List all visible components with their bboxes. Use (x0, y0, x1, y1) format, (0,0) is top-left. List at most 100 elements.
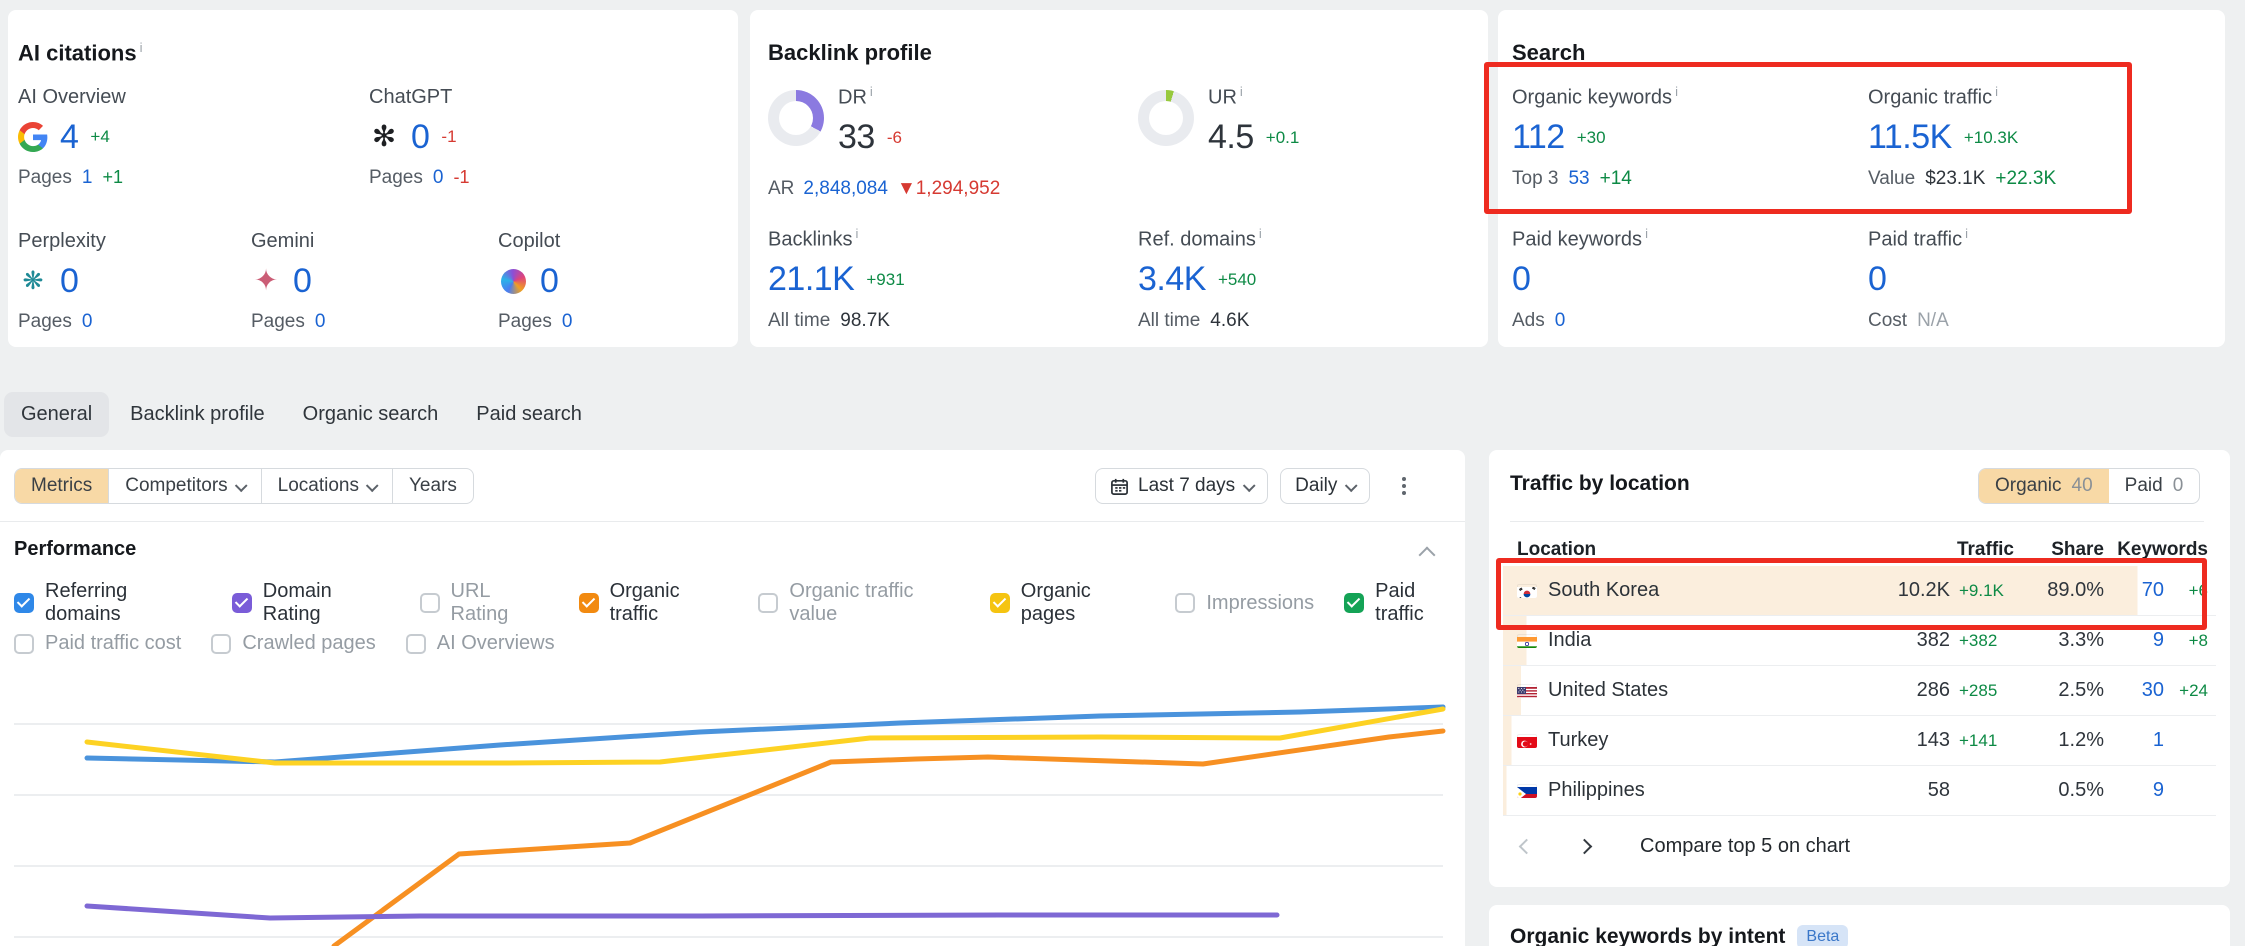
info-icon[interactable]: i (140, 40, 143, 55)
metric-toggle-paid-traffic-cost[interactable]: Paid traffic cost (14, 632, 181, 655)
citations-value[interactable]: 0 (293, 262, 311, 301)
stat-value[interactable]: 0 (1868, 260, 1886, 299)
info-icon[interactable]: i (1259, 226, 1262, 241)
share-value: 2.5% (2014, 679, 2104, 702)
info-icon[interactable]: i (1240, 84, 1243, 99)
traffic-row-united-states[interactable]: United States286+2852.5%30+24 (1503, 666, 2216, 716)
stat-value[interactable]: 0 (1512, 260, 1530, 299)
info-icon[interactable]: i (1675, 84, 1678, 99)
intent-title: Organic keywords by intent (1510, 925, 1785, 946)
citations-value[interactable]: 0 (60, 262, 78, 301)
col-location: Location (1517, 539, 1830, 561)
info-icon[interactable]: i (1995, 84, 1998, 99)
copilot-icon (498, 266, 528, 296)
filter-locations[interactable]: Locations (262, 469, 393, 503)
filter-years[interactable]: Years (393, 469, 473, 503)
compare-top5-link[interactable]: Compare top 5 on chart (1640, 835, 1850, 858)
metric-toggle-domain-rating[interactable]: Domain Rating (232, 580, 390, 626)
metric-toggle-organic-traffic[interactable]: Organic traffic (579, 580, 729, 626)
pages-label: Pages (251, 311, 305, 333)
info-icon[interactable]: i (1965, 226, 1968, 241)
stat-sub-value: 98.7K (840, 310, 890, 332)
pages-value[interactable]: 0 (315, 311, 326, 333)
flag-in-icon (1517, 634, 1537, 648)
stat-value[interactable]: 112 (1512, 118, 1565, 157)
filter-metrics[interactable]: Metrics (15, 469, 109, 503)
collapse-section-icon[interactable] (1421, 548, 1433, 566)
col-traffic[interactable]: Traffic (1830, 539, 2014, 561)
citations-value[interactable]: 0 (540, 262, 558, 301)
traffic-row-turkey[interactable]: Turkey143+1411.2%1 (1503, 716, 2216, 766)
tab-backlink-profile[interactable]: Backlink profile (113, 392, 282, 437)
traffic-row-south-korea[interactable]: South Korea10.2K+9.1K89.0%70+6 (1503, 566, 2216, 616)
filter-competitors[interactable]: Competitors (109, 469, 261, 503)
metric-toggle-organic-pages[interactable]: Organic pages (990, 580, 1146, 626)
metric-toggle-organic-traffic-value[interactable]: Organic traffic value (758, 580, 959, 626)
stat-sub-value[interactable]: 0 (1555, 310, 1566, 332)
ur-gauge: URi4.5+0.1 (1138, 84, 1299, 158)
metric-toggle-url-rating[interactable]: URL Rating (420, 580, 549, 626)
toggle-organic[interactable]: Organic 40 (1979, 469, 2109, 503)
keywords-value[interactable]: 9 (2104, 779, 2164, 802)
ai-citations-title: AI citationsi (18, 40, 142, 66)
info-icon[interactable]: i (855, 226, 858, 241)
pages-value[interactable]: 1 (82, 167, 93, 189)
flag-kr-icon (1517, 584, 1537, 598)
unchecked-checkbox-icon (758, 593, 778, 613)
pages-value[interactable]: 0 (433, 167, 444, 189)
traffic-row-philippines[interactable]: Philippines580.5%9 (1503, 766, 2216, 816)
info-icon[interactable]: i (1645, 226, 1648, 241)
granularity-button[interactable]: Daily (1280, 468, 1370, 504)
citations-value[interactable]: 4 (60, 118, 78, 157)
chevron-down-icon (1243, 479, 1256, 492)
stat-label: Organic traffici (1868, 84, 2198, 110)
stat-label: Organic keywordsi (1512, 84, 1842, 110)
pages-delta: -1 (453, 167, 469, 188)
toggle-paid[interactable]: Paid 0 (2109, 469, 2200, 503)
next-page-icon[interactable] (1568, 830, 1600, 862)
col-keywords[interactable]: Keywords (2104, 539, 2208, 561)
date-range-button[interactable]: Last 7 days (1095, 468, 1268, 504)
traffic-value: 10.2K (1830, 579, 1950, 602)
keywords-value[interactable]: 1 (2104, 729, 2164, 752)
share-value: 89.0% (2014, 579, 2104, 602)
col-share[interactable]: Share (2014, 539, 2104, 561)
stat-value[interactable]: 11.5K (1868, 118, 1952, 157)
keywords-value[interactable]: 30 (2104, 679, 2164, 702)
tab-organic-search[interactable]: Organic search (286, 392, 456, 437)
citations-value[interactable]: 0 (411, 118, 429, 157)
metric-toggle-referring-domains[interactable]: Referring domains (14, 580, 202, 626)
ar-value[interactable]: 2,848,084 (803, 178, 888, 200)
metric-toggle-ai-overviews[interactable]: AI Overviews (406, 632, 555, 655)
dr-value: 33 (838, 118, 875, 157)
traffic-value: 382 (1830, 629, 1950, 652)
more-options-icon[interactable] (1396, 471, 1412, 501)
tab-general[interactable]: General (4, 392, 109, 437)
stat-sub-value[interactable]: 53 (1568, 168, 1589, 190)
metric-toggle-paid-traffic[interactable]: Paid traffic (1344, 580, 1465, 626)
performance-line-chart[interactable] (0, 665, 1465, 946)
stat-sub-label: Ads (1512, 310, 1545, 332)
keywords-value[interactable]: 9 (2104, 629, 2164, 652)
tab-paid-search[interactable]: Paid search (459, 392, 599, 437)
pages-value[interactable]: 0 (82, 311, 93, 333)
stat-value[interactable]: 3.4K (1138, 260, 1206, 299)
metric-toggle-impressions[interactable]: Impressions (1175, 592, 1314, 615)
chatgpt-icon: ✻ (369, 122, 399, 152)
info-icon[interactable]: i (870, 84, 873, 99)
flag-ph-icon (1517, 784, 1537, 798)
traffic-row-india[interactable]: India382+3823.3%9+8 (1503, 616, 2216, 666)
flag-us-icon (1517, 684, 1537, 698)
pages-value[interactable]: 0 (562, 311, 573, 333)
stat-delta: +10.3K (1964, 128, 2018, 148)
beta-badge: Beta (1797, 925, 1848, 946)
metric-toggle-crawled-pages[interactable]: Crawled pages (211, 632, 375, 655)
ur-label: URi (1208, 84, 1299, 110)
stat-value[interactable]: 21.1K (768, 260, 854, 299)
keywords-value[interactable]: 70 (2104, 579, 2164, 602)
share-value: 3.3% (2014, 629, 2104, 652)
traffic-by-location-panel: Traffic by location Organic 40 Paid 0 Lo… (1489, 450, 2230, 887)
prev-page-icon[interactable] (1510, 830, 1542, 862)
stat-sub-delta: +14 (1600, 168, 1632, 190)
country-name: Turkey (1548, 729, 1608, 752)
